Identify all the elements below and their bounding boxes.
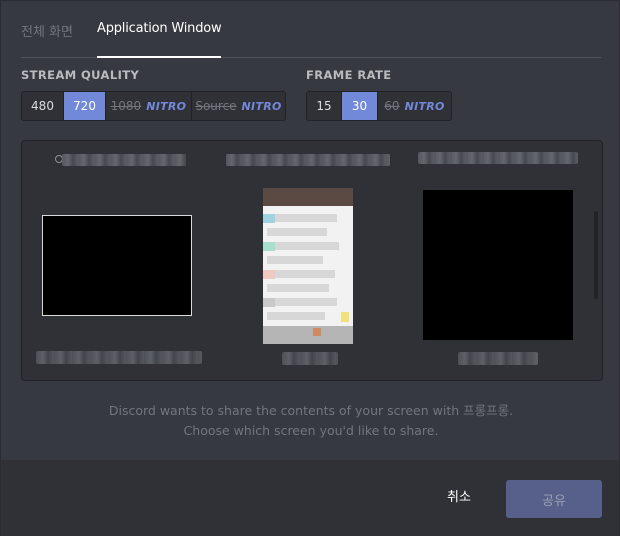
quality-option-480[interactable]: 480: [22, 92, 64, 120]
share-screen-modal: 전체 화면 Application Window STREAM QUALITY …: [0, 0, 620, 536]
stream-quality-label: STREAM QUALITY: [21, 68, 140, 82]
share-info-text: Discord wants to share the contents of y…: [108, 403, 514, 418]
quality-option-label: 720: [73, 99, 96, 113]
stream-quality-selector: 480 720 1080 NITRO Source NITRO: [21, 91, 286, 121]
framerate-option-label: 15: [316, 99, 332, 113]
source-title-blurred: [62, 154, 186, 166]
source-thumbnail: [423, 190, 573, 340]
quality-option-label: 480: [31, 99, 54, 113]
modal-footer: 취소 공유: [1, 460, 619, 536]
share-button[interactable]: 공유: [506, 480, 602, 518]
source-caption-blurred: [458, 352, 538, 365]
source-thumbnail: [42, 215, 192, 316]
source-thumbnail: [263, 188, 353, 344]
nitro-badge: NITRO: [241, 99, 282, 113]
source-caption-blurred: [36, 351, 202, 364]
source-list-scrollbar[interactable]: [594, 211, 598, 299]
quality-option-1080[interactable]: 1080 NITRO: [106, 92, 192, 120]
cancel-button[interactable]: 취소: [431, 486, 487, 510]
frame-rate-selector: 15 30 60 NITRO: [306, 91, 452, 121]
tab-application-window[interactable]: Application Window: [97, 21, 222, 58]
nitro-badge: NITRO: [404, 99, 445, 113]
framerate-option-30[interactable]: 30: [342, 92, 378, 120]
framerate-option-15[interactable]: 15: [307, 92, 342, 120]
quality-option-source[interactable]: Source NITRO: [192, 92, 285, 120]
quality-option-label: 1080: [110, 99, 142, 113]
source-caption-blurred: [282, 352, 338, 365]
share-button-label: 공유: [542, 493, 566, 509]
share-info-subtext: Choose which screen you'd like to share.: [183, 423, 439, 438]
nitro-badge: NITRO: [146, 99, 187, 113]
quality-option-label: Source: [195, 99, 237, 113]
frame-rate-label: FRAME RATE: [306, 68, 392, 82]
framerate-option-60[interactable]: 60 NITRO: [378, 92, 451, 120]
quality-option-720[interactable]: 720: [64, 92, 106, 120]
framerate-option-label: 30: [351, 99, 368, 113]
tab-full-screen[interactable]: 전체 화면: [21, 21, 73, 57]
source-title-blurred: [418, 152, 578, 164]
source-tabs: 전체 화면 Application Window: [21, 1, 601, 58]
source-title-blurred: [226, 154, 390, 166]
framerate-option-label: 60: [384, 99, 400, 113]
source-list: [21, 140, 603, 381]
